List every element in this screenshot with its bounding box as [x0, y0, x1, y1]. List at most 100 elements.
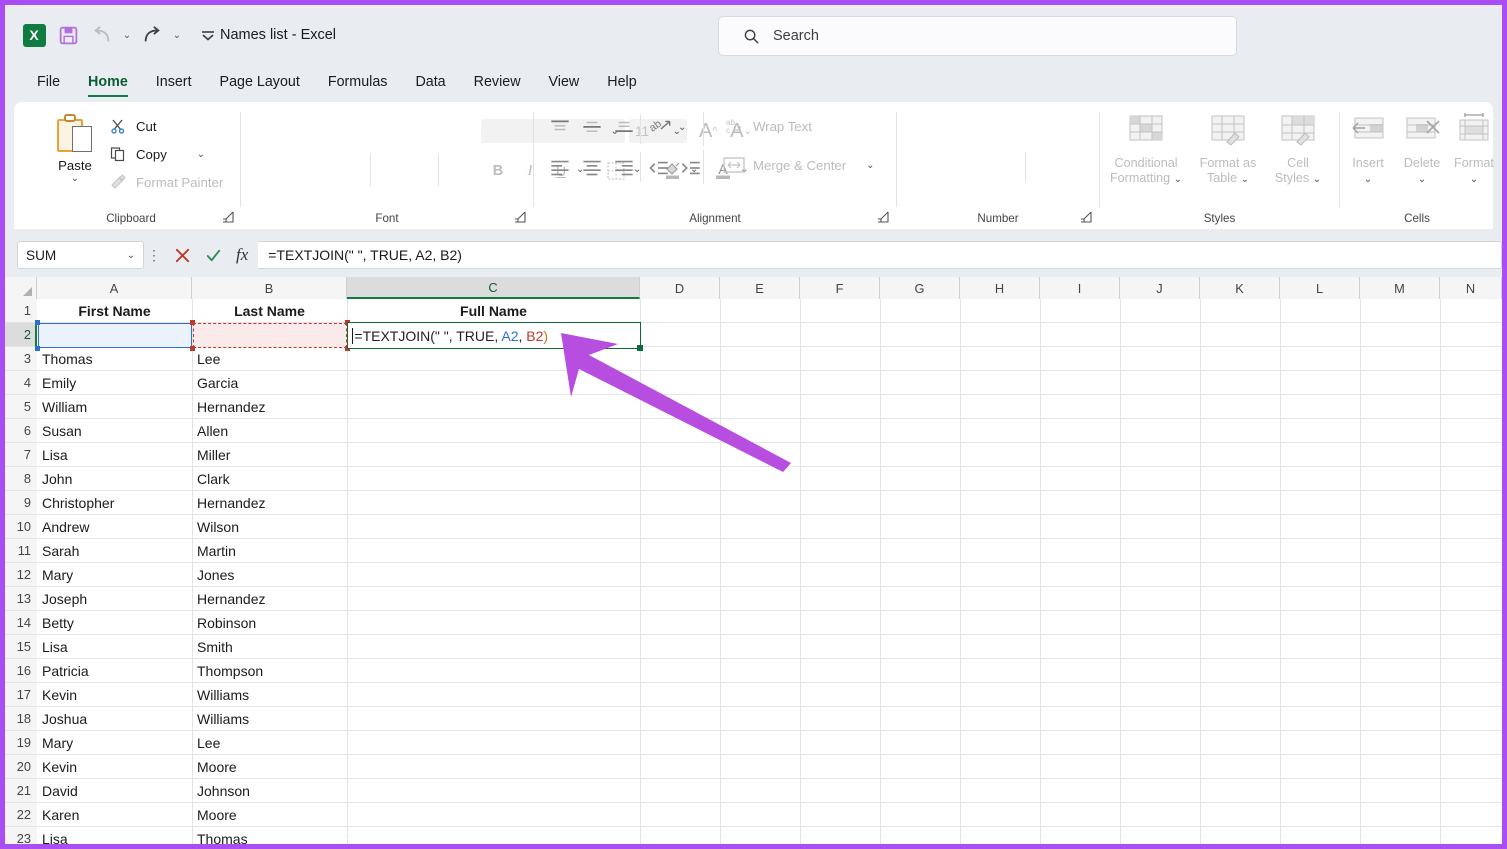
merge-dropdown-chevron-icon[interactable]: ⌄ [866, 160, 874, 171]
cell-C21[interactable] [347, 779, 640, 803]
cell-C18[interactable] [347, 707, 640, 731]
name-box[interactable]: SUM ⌄ [17, 241, 144, 269]
cell-A3[interactable]: Thomas [37, 347, 192, 371]
align-right-button[interactable] [611, 155, 637, 181]
cell-A18[interactable]: Joshua [37, 707, 192, 731]
tab-home[interactable]: Home [74, 70, 142, 98]
cell-B23[interactable]: Thomas [192, 827, 347, 844]
cell-C6[interactable] [347, 419, 640, 443]
row-header-12[interactable]: 12 [5, 563, 37, 587]
cell-C8[interactable] [347, 467, 640, 491]
undo-button[interactable] [85, 19, 119, 51]
row-header-14[interactable]: 14 [5, 611, 37, 635]
cell-A6[interactable]: Susan [37, 419, 192, 443]
insert-function-button[interactable]: fx [236, 245, 248, 265]
tab-page-layout[interactable]: Page Layout [206, 70, 314, 98]
cell-styles-button[interactable]: Cell Styles ⌄ [1257, 110, 1339, 187]
column-header-m[interactable]: M [1360, 277, 1440, 299]
row-header-13[interactable]: 13 [5, 587, 37, 611]
number-dialog-launcher[interactable] [1080, 211, 1092, 223]
cell-B14[interactable]: Robinson [192, 611, 347, 635]
row-header-8[interactable]: 8 [5, 467, 37, 491]
row-header-11[interactable]: 11 [5, 539, 37, 563]
formula-bar-options[interactable]: ⋮ [144, 247, 164, 264]
cell-B10[interactable]: Wilson [192, 515, 347, 539]
column-header-n[interactable]: N [1440, 277, 1502, 299]
cell-A16[interactable]: Patricia [37, 659, 192, 683]
cell-A10[interactable]: Andrew [37, 515, 192, 539]
customize-quick-access-toolbar[interactable] [193, 19, 223, 51]
cell-C9[interactable] [347, 491, 640, 515]
cell-B8[interactable]: Clark [192, 467, 347, 491]
cell-C13[interactable] [347, 587, 640, 611]
chevron-down-icon[interactable]: ⌄ [127, 250, 135, 261]
copy-dropdown-chevron-icon[interactable]: ⌄ [197, 149, 205, 160]
column-header-j[interactable]: J [1120, 277, 1200, 299]
orientation-dropdown-chevron-icon[interactable]: ⌄ [678, 122, 686, 133]
column-header-c[interactable]: C [347, 277, 640, 299]
cell-C15[interactable] [347, 635, 640, 659]
row-header-18[interactable]: 18 [5, 707, 37, 731]
row-header-19[interactable]: 19 [5, 731, 37, 755]
column-header-b[interactable]: B [192, 277, 347, 299]
paste-dropdown-chevron-icon[interactable]: ⌄ [44, 173, 106, 184]
cell-C7[interactable] [347, 443, 640, 467]
column-header-i[interactable]: I [1040, 277, 1120, 299]
cell-C16[interactable] [347, 659, 640, 683]
clipboard-dialog-launcher[interactable] [222, 211, 234, 223]
cell-B12[interactable]: Jones [192, 563, 347, 587]
formula-input[interactable]: =TEXTJOIN(" ", TRUE, A2, B2) [258, 241, 1502, 269]
cell-B9[interactable]: Hernandez [192, 491, 347, 515]
cell-B5[interactable]: Hernandez [192, 395, 347, 419]
cell-B22[interactable]: Moore [192, 803, 347, 827]
decrease-indent-button[interactable] [645, 155, 671, 181]
cell-B1[interactable]: Last Name [192, 299, 347, 323]
cell-C12[interactable] [347, 563, 640, 587]
cell-C17[interactable] [347, 683, 640, 707]
row-header-23[interactable]: 23 [5, 827, 37, 844]
cell-C11[interactable] [347, 539, 640, 563]
column-header-h[interactable]: H [960, 277, 1040, 299]
paste-button[interactable]: Paste ⌄ [44, 110, 106, 210]
font-dialog-launcher[interactable] [514, 211, 526, 223]
cell-C4[interactable] [347, 371, 640, 395]
cell-A5[interactable]: William [37, 395, 192, 419]
row-header-6[interactable]: 6 [5, 419, 37, 443]
cell-A17[interactable]: Kevin [37, 683, 192, 707]
cell-B15[interactable]: Smith [192, 635, 347, 659]
column-header-d[interactable]: D [640, 277, 720, 299]
cell-A15[interactable]: Lisa [37, 635, 192, 659]
row-header-7[interactable]: 7 [5, 443, 37, 467]
tab-view[interactable]: View [535, 70, 594, 98]
bold-button[interactable]: B [486, 159, 510, 183]
cell-C19[interactable] [347, 731, 640, 755]
tab-review[interactable]: Review [460, 70, 535, 98]
cell-A14[interactable]: Betty [37, 611, 192, 635]
cell-C20[interactable] [347, 755, 640, 779]
cut-button[interactable]: Cut [108, 112, 236, 140]
row-header-10[interactable]: 10 [5, 515, 37, 539]
confirm-edit-button[interactable] [205, 247, 222, 264]
cell-C22[interactable] [347, 803, 640, 827]
align-bottom-button[interactable] [611, 116, 637, 142]
align-left-button[interactable] [547, 155, 573, 181]
redo-button[interactable] [135, 19, 169, 51]
copy-button[interactable]: Copy ⌄ [108, 140, 236, 168]
cell-B17[interactable]: Williams [192, 683, 347, 707]
cell-B13[interactable]: Hernandez [192, 587, 347, 611]
cell-A4[interactable]: Emily [37, 371, 192, 395]
row-header-9[interactable]: 9 [5, 491, 37, 515]
redo-dropdown[interactable]: ⌄ [169, 19, 185, 51]
column-header-e[interactable]: E [720, 277, 800, 299]
cell-C3[interactable] [347, 347, 640, 371]
cell-B3[interactable]: Lee [192, 347, 347, 371]
row-header-22[interactable]: 22 [5, 803, 37, 827]
cell-C1[interactable]: Full Name [347, 299, 640, 323]
cell-A19[interactable]: Mary [37, 731, 192, 755]
align-middle-button[interactable] [579, 116, 605, 142]
cell-c2-editor[interactable]: =TEXTJOIN(" ", TRUE, A2, B2) [347, 322, 641, 349]
cell-B6[interactable]: Allen [192, 419, 347, 443]
column-header-g[interactable]: G [880, 277, 960, 299]
cell-A1[interactable]: First Name [37, 299, 192, 323]
tab-data[interactable]: Data [401, 70, 459, 98]
